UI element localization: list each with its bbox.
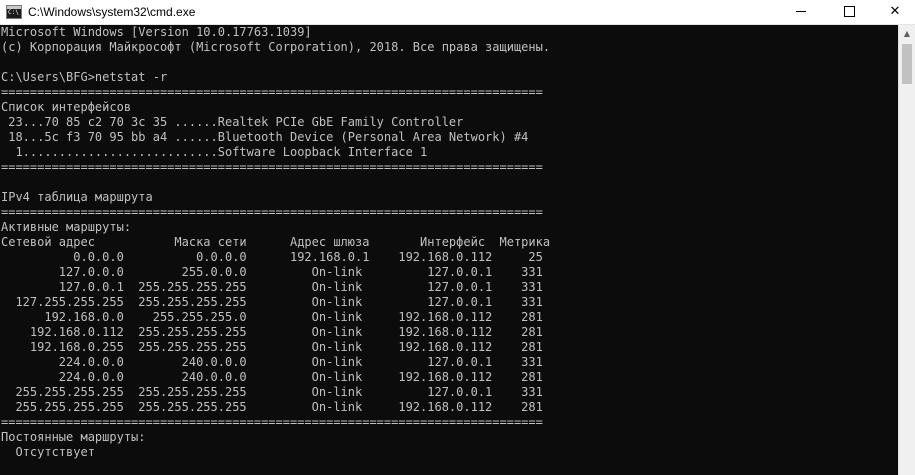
console-line: 255.255.255.255 255.255.255.255 On-link … (1, 400, 543, 414)
console-line: ========================================… (1, 415, 543, 429)
console-line: Microsoft Windows [Version 10.0.17763.10… (1, 25, 312, 39)
scrollbar-thumb[interactable] (902, 44, 912, 84)
cmd-icon[interactable] (6, 5, 22, 19)
console-line: 192.168.0.255 255.255.255.255 On-link 19… (1, 340, 543, 354)
console-line: Отсутствует (1, 445, 95, 459)
console-line: 192.168.0.112 255.255.255.255 On-link 19… (1, 325, 543, 339)
maximize-button[interactable] (826, 0, 872, 24)
console-line: 0.0.0.0 0.0.0.0 192.168.0.1 192.168.0.11… (1, 250, 543, 264)
console-line: 127.255.255.255 255.255.255.255 On-link … (1, 295, 543, 309)
maximize-icon (843, 6, 855, 17)
close-icon: ✕ (889, 4, 901, 19)
console-output[interactable]: Microsoft Windows [Version 10.0.17763.10… (0, 25, 898, 475)
vertical-scrollbar[interactable]: ▲ (898, 25, 915, 475)
title-bar[interactable]: C:\Windows\system32\cmd.exe ✕ (0, 0, 915, 25)
console-line: 224.0.0.0 240.0.0.0 On-link 192.168.0.11… (1, 370, 543, 384)
console-line: Сетевой адрес Маска сети Адрес шлюза Инт… (1, 235, 551, 249)
console-line: (c) Корпорация Майкрософт (Microsoft Cor… (1, 40, 551, 54)
console-line: C:\Users\BFG>netstat -r (1, 70, 168, 84)
console-line: 224.0.0.0 240.0.0.0 On-link 127.0.0.1 33… (1, 355, 543, 369)
console-line: 192.168.0.0 255.255.255.0 On-link 192.16… (1, 310, 543, 324)
console-line: 127.0.0.1 255.255.255.255 On-link 127.0.… (1, 280, 543, 294)
minimize-button[interactable] (778, 0, 824, 24)
close-button[interactable]: ✕ (872, 0, 915, 24)
console-line: Список интерфейсов (1, 100, 132, 114)
console-line: 23...70 85 c2 70 3c 35 ......Realtek PCI… (1, 115, 464, 129)
console-line: ========================================… (1, 205, 543, 219)
console-line: 127.0.0.0 255.0.0.0 On-link 127.0.0.1 33… (1, 265, 543, 279)
console-line: 18...5c f3 70 95 bb a4 ......Bluetooth D… (1, 130, 529, 144)
window-title: C:\Windows\system32\cmd.exe (28, 5, 196, 19)
console-text: Microsoft Windows [Version 10.0.17763.10… (0, 25, 898, 460)
console-line: IPv4 таблица маршрута (1, 190, 153, 204)
console-line: Постоянные маршруты: (1, 430, 146, 444)
console-line: 255.255.255.255 255.255.255.255 On-link … (1, 385, 543, 399)
console-line: 1...........................Software Loo… (1, 145, 428, 159)
console-line: ========================================… (1, 85, 543, 99)
console-line: ========================================… (1, 160, 543, 174)
scroll-up-icon[interactable]: ▲ (899, 25, 915, 42)
cmd-window: C:\Windows\system32\cmd.exe ✕ Microsoft … (0, 0, 915, 475)
minimize-icon (796, 11, 806, 12)
console-line: Активные маршруты: (1, 220, 132, 234)
